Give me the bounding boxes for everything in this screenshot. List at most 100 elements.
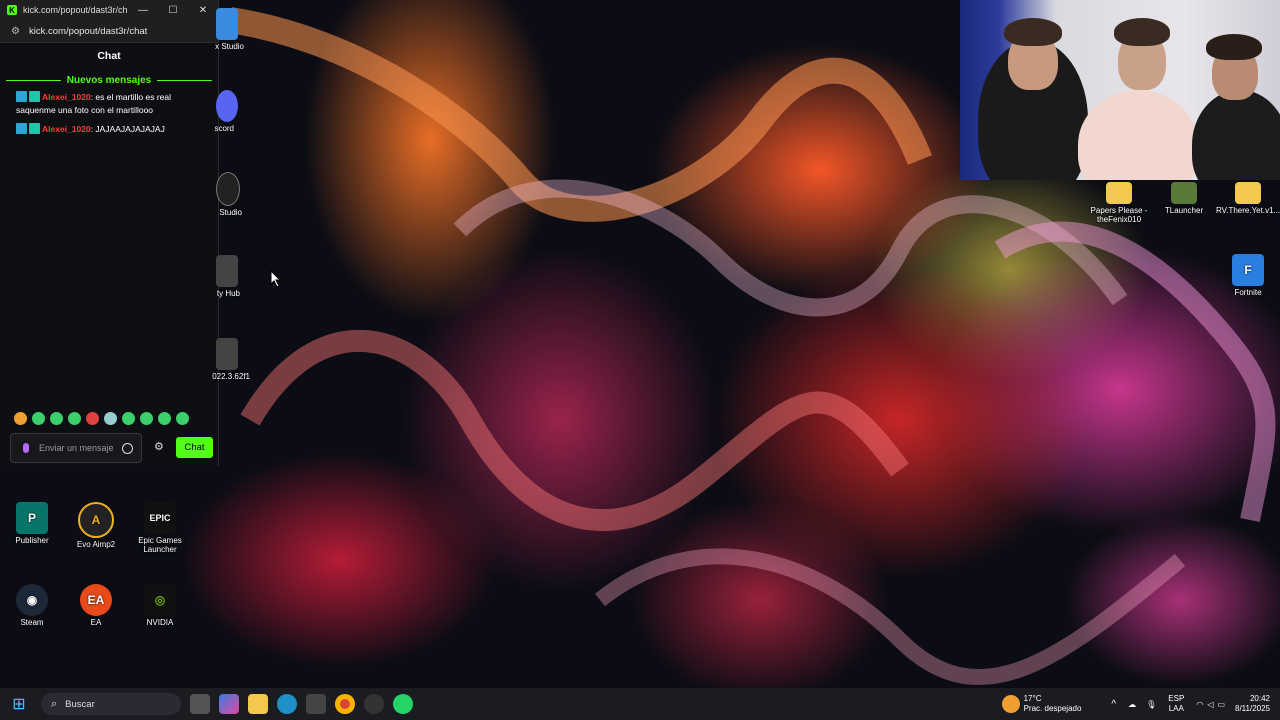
app-icon[interactable] [364,694,384,714]
clock[interactable]: 20:42 8/11/2025 [1235,694,1270,714]
app-icon [216,8,238,40]
weather-icon [1001,695,1020,713]
chat-send-button[interactable]: Chat [176,437,213,458]
site-settings-icon[interactable]: ⚙ [11,26,21,37]
unity-icon [216,255,238,287]
badge-icon [16,123,27,134]
browser-titlebar: K kick.com/popout/dast3r/ch... — ☐ ✕ [0,0,218,20]
subscriber-badge-icon [29,123,40,134]
volume-icon[interactable]: ◁ [1207,700,1213,709]
desktop-icon-label: EA [90,618,102,627]
emote-icon[interactable] [140,412,153,425]
desktop-icon-epic-games[interactable]: EPIC Epic Games Launcher [128,502,192,554]
desktop-icon-label: TLauncher [1164,206,1204,215]
desktop-icon-unity-version-partial[interactable]: 022.3.62f1 [196,338,260,381]
weather-widget[interactable]: 17°C Prac. despejado [1024,694,1082,714]
desktop-icon-studio-partial[interactable]: x Studio [196,8,260,51]
maximize-icon[interactable]: ☐ [158,5,188,16]
microphone-icon[interactable]: 🎙 [1146,700,1156,709]
clock-time: 20:42 [1249,694,1270,703]
new-messages-label: Nuevos mensajes [66,75,152,86]
emote-icon[interactable] [32,412,45,425]
evo-aimp-icon: A [78,502,114,538]
weather-desc: Prac. despejado [1023,704,1082,713]
whatsapp-icon[interactable] [393,694,413,714]
desktop-icon-tlauncher[interactable]: TLauncher [1152,182,1216,215]
desktop-icon-fortnite[interactable]: F Fortnite [1216,254,1280,297]
task-view-icon[interactable] [190,694,210,714]
chat-input[interactable]: Enviar un mensaje [10,433,142,463]
windows-start-icon[interactable]: ⊞ [9,694,29,714]
chat-username[interactable]: Alexei_1020 [42,92,91,102]
emote-icon[interactable] [104,412,117,425]
emote-icon[interactable] [50,412,63,425]
kick-logo-icon: K [7,5,17,15]
guest-person [1078,90,1198,180]
steam-icon: ◉ [16,584,48,616]
chat-input-placeholder: Enviar un mensaje [39,442,114,453]
edge-icon[interactable] [277,694,297,714]
desktop-icon-ea[interactable]: EA EA [64,584,128,627]
window-title: kick.com/popout/dast3r/ch... [23,5,128,15]
emote-icon[interactable] [14,412,27,425]
chat-message: Alexei_1020: JAJAAJAJAJAJAJ [0,122,218,137]
desktop-icon-label: Fortnite [1234,288,1262,297]
desktop-icon-label: Steam [20,618,44,627]
unity-icon [216,338,238,370]
tlauncher-icon [1171,182,1197,204]
taskbar-search[interactable]: ⌕ Buscar [41,693,181,715]
desktop-icon-nvidia[interactable]: ◎ NVIDIA [128,584,192,627]
clock-date: 8/11/2025 [1235,704,1270,713]
desktop-icon-steam[interactable]: ◉ Steam [0,584,64,627]
desktop-icon-publisher[interactable]: P Publisher [0,502,64,545]
weather-temp: 17°C [1023,694,1042,703]
url-text: kick.com/popout/dast3r/chat [29,25,148,37]
ea-icon: EA [80,584,112,616]
address-bar[interactable]: ⚙ kick.com/popout/dast3r/chat [0,20,218,43]
desktop-icon-unity-hub-partial[interactable]: ty Hub [196,255,260,298]
desktop-icon-evo-aimp2[interactable]: A Evo Aimp2 [64,502,128,549]
chat-message-text: : JAJAAJAJAJAJAJ [90,124,165,134]
chat-username[interactable]: Alexei_1020 [42,124,91,134]
mouse-cursor-icon [270,270,282,288]
emote-icon[interactable] [86,412,99,425]
desktop-icon-label: Papers Please - theFenix010 [1090,206,1148,224]
battery-icon[interactable]: ▭ [1217,700,1225,709]
copilot-icon[interactable] [219,694,239,714]
chevron-up-icon[interactable]: ^ [1111,699,1116,710]
new-messages-divider: Nuevos mensajes [6,75,212,86]
taskbar: ⊞ ⌕ Buscar 17°C Prac. despejado ^ ☁ 🎙 ES… [0,688,1280,720]
mic-icon[interactable] [23,443,29,453]
language-indicator[interactable]: ESP LAA [1168,694,1184,714]
webcam-overlay [960,0,1280,180]
chat-settings-gear-icon[interactable]: ⚙ [154,440,164,453]
emote-icon[interactable] [158,412,171,425]
emote-bar [14,412,189,425]
chat-message: Alexei_1020: es el martillo es real saqu… [0,90,218,118]
minimize-icon[interactable]: — [128,5,158,16]
desktop-icon-label: NVIDIA [146,618,174,627]
onedrive-icon[interactable]: ☁ [1128,700,1136,709]
emote-icon[interactable] [68,412,81,425]
streamer-hair [1004,18,1062,46]
fortnite-icon: F [1232,254,1264,286]
publisher-icon: P [16,502,48,534]
chrome-icon[interactable] [335,694,355,714]
desktop-icon-label: ty Hub [216,289,240,298]
desktop-icon-studio-partial-2[interactable]: Studio [196,172,260,217]
folder-icon [1106,182,1132,204]
desktop-icon-label: Studio [219,208,242,217]
wifi-icon[interactable]: ◠ [1196,700,1203,709]
guest-2-person [1192,90,1280,180]
file-explorer-icon[interactable] [248,694,268,714]
emote-icon[interactable] [176,412,189,425]
store-icon[interactable] [306,694,326,714]
folder-icon [1235,182,1261,204]
desktop-icon-rv-there-yet[interactable]: RV.There.Yet.v1... [1216,182,1280,215]
desktop-icon-label: RV.There.Yet.v1... [1216,206,1280,215]
emote-icon[interactable] [122,412,135,425]
guest-hair [1114,18,1170,46]
desktop-icon-discord-partial[interactable]: scord [196,90,260,133]
emoji-icon[interactable] [122,442,133,454]
desktop-icon-papers-please[interactable]: Papers Please - theFenix010 [1087,182,1151,224]
